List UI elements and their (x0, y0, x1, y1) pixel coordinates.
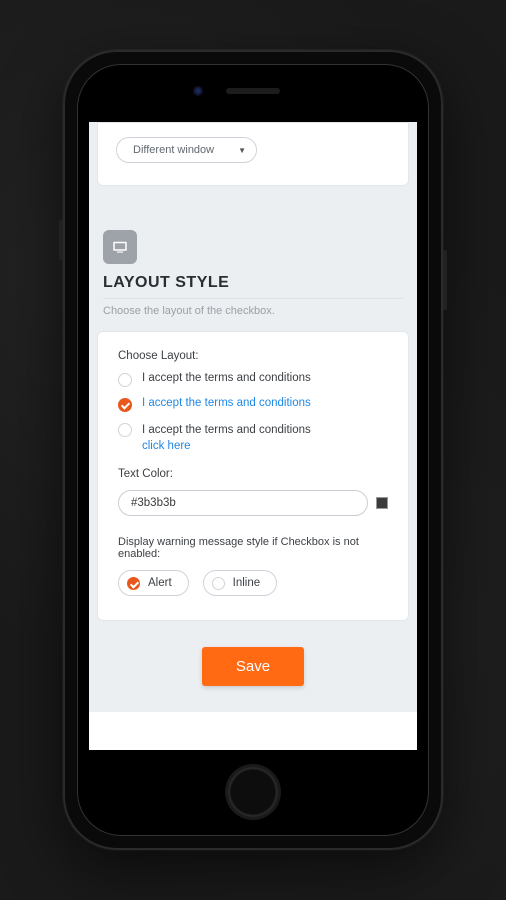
footer-strip (89, 712, 417, 750)
layout-icon (103, 230, 137, 264)
save-button[interactable]: Save (202, 647, 304, 686)
chevron-down-icon: ▼ (238, 146, 246, 155)
choose-layout-label: Choose Layout: (118, 350, 388, 362)
save-row: Save (89, 647, 417, 686)
warning-option-label: Alert (148, 577, 172, 589)
warning-style-label: Display warning message style if Checkbo… (118, 536, 388, 560)
layout-option-link[interactable]: I accept the terms and conditions (118, 397, 388, 412)
radio-checked-icon (118, 398, 132, 412)
layout-option-text: I accept the terms and conditions click … (142, 422, 311, 454)
layout-option-clickhere[interactable]: I accept the terms and conditions click … (118, 422, 388, 454)
top-card: Different window ▼ (97, 122, 409, 186)
radio-icon (118, 373, 132, 387)
layout-option-line1: I accept the terms and conditions (142, 424, 311, 436)
radio-icon (212, 577, 225, 590)
phone-inner: Different window ▼ LAYOUT STYLE Choose t… (77, 64, 429, 836)
text-color-label: Text Color: (118, 468, 388, 480)
layout-option-plain[interactable]: I accept the terms and conditions (118, 372, 388, 387)
home-button[interactable] (225, 764, 281, 820)
text-color-row (118, 490, 388, 516)
section-header: LAYOUT STYLE Choose the layout of the ch… (103, 230, 403, 317)
color-swatch[interactable] (376, 497, 388, 509)
front-camera (193, 86, 203, 96)
radio-checked-icon (127, 577, 140, 590)
layout-option-text: I accept the terms and conditions (142, 397, 311, 409)
layout-option-line2: click here (142, 440, 191, 452)
section-subtitle: Choose the layout of the checkbox. (103, 305, 403, 317)
section-title: LAYOUT STYLE (103, 274, 403, 299)
layout-option-text: I accept the terms and conditions (142, 372, 311, 384)
phone-frame: Different window ▼ LAYOUT STYLE Choose t… (63, 50, 443, 850)
speaker-grill (226, 88, 280, 94)
window-target-value: Different window (133, 144, 214, 156)
screen: Different window ▼ LAYOUT STYLE Choose t… (89, 122, 417, 750)
warning-option-inline[interactable]: Inline (203, 570, 278, 596)
text-color-input[interactable] (118, 490, 368, 516)
warning-option-label: Inline (233, 577, 261, 589)
window-target-select[interactable]: Different window ▼ (116, 137, 257, 163)
warning-style-group: Alert Inline (118, 570, 388, 596)
warning-option-alert[interactable]: Alert (118, 570, 189, 596)
radio-icon (118, 423, 132, 437)
layout-card: Choose Layout: I accept the terms and co… (97, 331, 409, 621)
